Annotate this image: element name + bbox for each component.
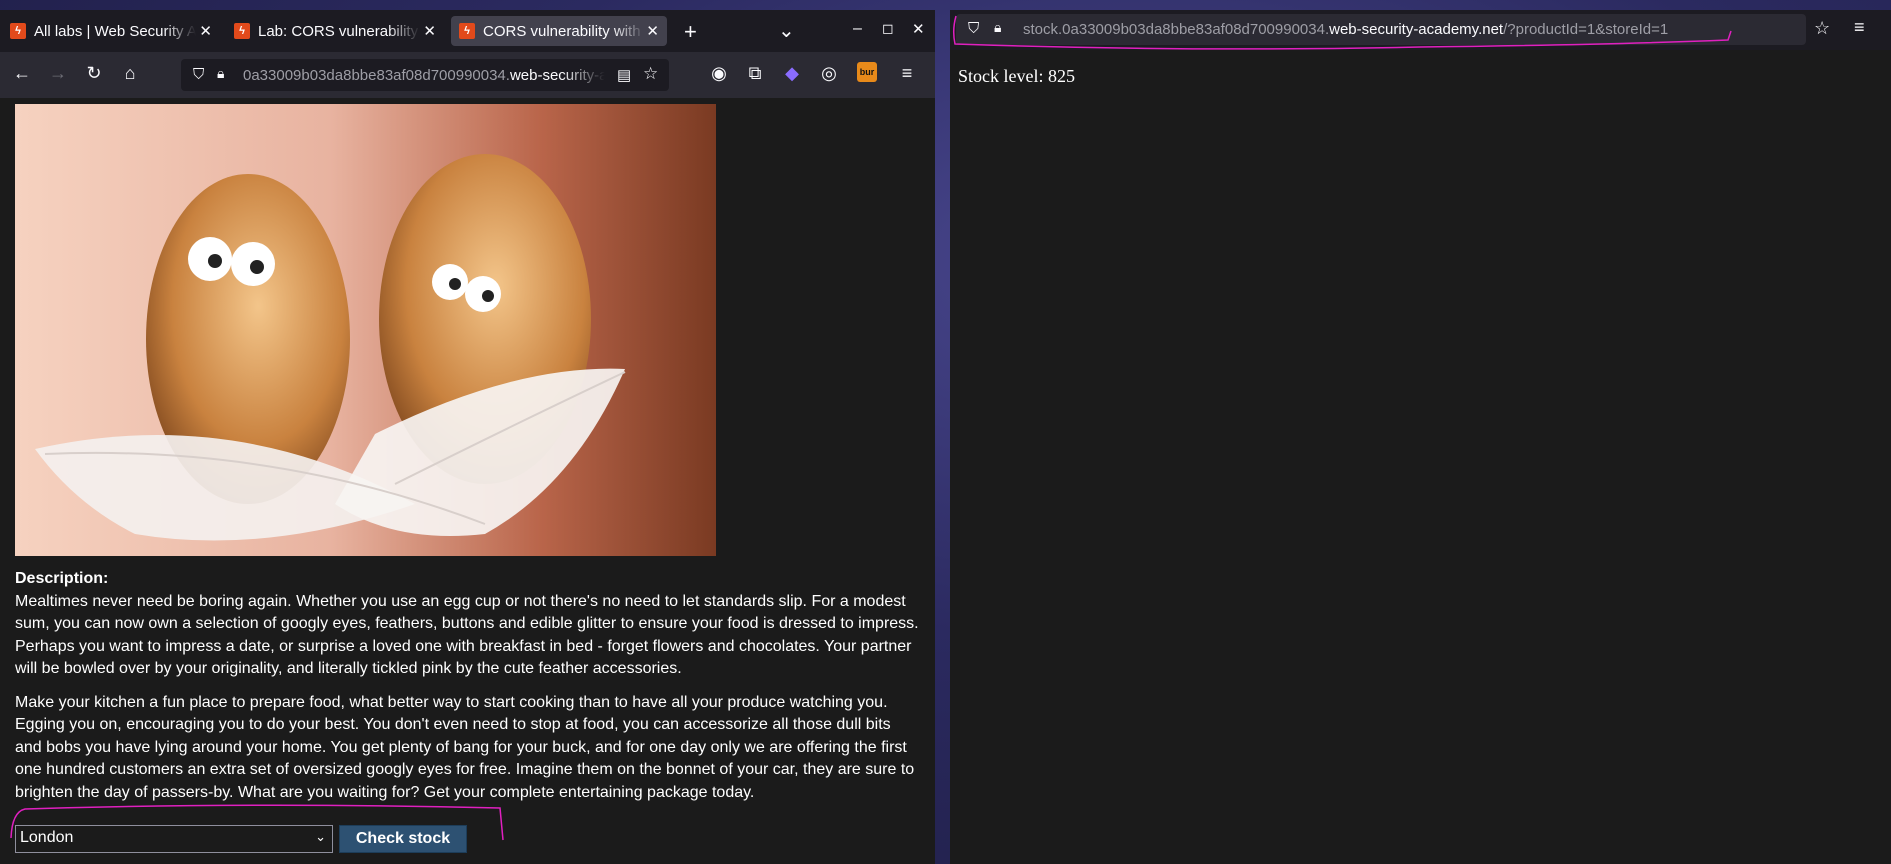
page-content: Stock level: 825 <box>950 50 1891 864</box>
close-tab-icon[interactable]: ✕ <box>199 22 212 40</box>
check-stock-button[interactable]: Check stock <box>339 825 467 853</box>
store-select-value: London <box>20 829 74 846</box>
tab-lab-description[interactable]: ϟ Lab: CORS vulnerability with trusted i… <box>226 16 444 46</box>
hamburger-menu-icon[interactable]: ≡ <box>895 63 919 84</box>
browser-window-left: ϟ All labs | Web Security Academy ✕ ϟ La… <box>0 10 935 864</box>
description-paragraph-2: Make your kitchen a fun place to prepare… <box>15 693 915 801</box>
burp-favicon-icon: ϟ <box>10 23 26 39</box>
url-text[interactable]: stock.0a33009b03da8bbe83af08d700990034.w… <box>1023 21 1668 38</box>
tab-title: CORS vulnerability with trusted insecure… <box>483 22 645 40</box>
home-icon[interactable]: ⌂ <box>118 63 142 84</box>
account-icon[interactable]: ◉ <box>707 63 731 84</box>
browser-window-right: ⛉ 🔒︎ stock.0a33009b03da8bbe83af08d700990… <box>950 10 1891 864</box>
close-tab-icon[interactable]: ✕ <box>646 22 659 40</box>
close-tab-icon[interactable]: ✕ <box>423 22 436 40</box>
close-window-button[interactable]: ✕ <box>912 20 925 38</box>
stock-level-text: Stock level: 825 <box>958 66 1075 86</box>
extension-diamond-icon[interactable]: ◆ <box>780 63 804 84</box>
tab-lab-instance[interactable]: ϟ CORS vulnerability with trusted insecu… <box>451 16 667 46</box>
navigation-toolbar: ⛉ 🔒︎ stock.0a33009b03da8bbe83af08d700990… <box>950 10 1891 50</box>
burp-extension-icon[interactable]: bur <box>857 62 877 82</box>
reader-view-icon[interactable]: ▤ <box>617 66 631 84</box>
product-image-eggs <box>15 104 716 556</box>
bookmark-star-icon[interactable]: ☆ <box>1814 18 1830 39</box>
url-text[interactable]: 0a33009b03da8bbe83af08d700990034.web-sec… <box>243 67 605 84</box>
tab-bar: ϟ All labs | Web Security Academy ✕ ϟ La… <box>0 10 935 52</box>
shield-icon[interactable]: ⛉ <box>968 20 979 37</box>
description-label: Description: <box>15 570 109 587</box>
product-description: Description: Mealtimes never need be bor… <box>15 568 920 815</box>
store-select[interactable]: London ⌄ <box>15 825 333 853</box>
hamburger-menu-icon[interactable]: ≡ <box>1854 17 1865 38</box>
chevron-down-icon: ⌄ <box>315 829 326 844</box>
description-paragraph-1: Mealtimes never need be boring again. Wh… <box>15 592 919 678</box>
tab-title: Lab: CORS vulnerability with trusted ins… <box>258 22 420 40</box>
reload-icon[interactable]: ↻ <box>82 63 106 84</box>
maximize-button[interactable]: ◻ <box>882 20 894 37</box>
back-arrow-icon[interactable]: ← <box>10 63 34 84</box>
extension-glasses-icon[interactable]: ◎ <box>817 63 841 84</box>
tab-all-labs[interactable]: ϟ All labs | Web Security Academy ✕ <box>2 16 220 46</box>
extensions-puzzle-icon[interactable]: ⧉ <box>743 63 767 84</box>
bookmark-star-icon[interactable]: ☆ <box>643 64 658 84</box>
address-bar[interactable]: ⛉ 🔒︎ stock.0a33009b03da8bbe83af08d700990… <box>956 14 1806 45</box>
minimize-button[interactable]: – <box>853 20 862 38</box>
page-content: Description: Mealtimes never need be bor… <box>0 98 935 864</box>
tab-title: All labs | Web Security Academy <box>34 22 196 40</box>
list-all-tabs-icon[interactable]: ⌄ <box>778 18 795 43</box>
navigation-toolbar: ← → ↻ ⌂ ⛉ 🔒︎ 0a33009b03da8bbe83af08d7009… <box>0 52 935 98</box>
forward-arrow-icon: → <box>49 63 67 83</box>
lock-icon[interactable]: 🔒︎ <box>994 19 1001 36</box>
new-tab-button[interactable]: + <box>684 19 697 45</box>
burp-favicon-icon: ϟ <box>234 23 250 39</box>
lock-icon[interactable]: 🔒︎ <box>217 65 224 82</box>
shield-icon[interactable]: ⛉ <box>193 66 204 83</box>
burp-favicon-icon: ϟ <box>459 23 475 39</box>
address-bar[interactable]: ⛉ 🔒︎ 0a33009b03da8bbe83af08d700990034.we… <box>181 59 669 91</box>
